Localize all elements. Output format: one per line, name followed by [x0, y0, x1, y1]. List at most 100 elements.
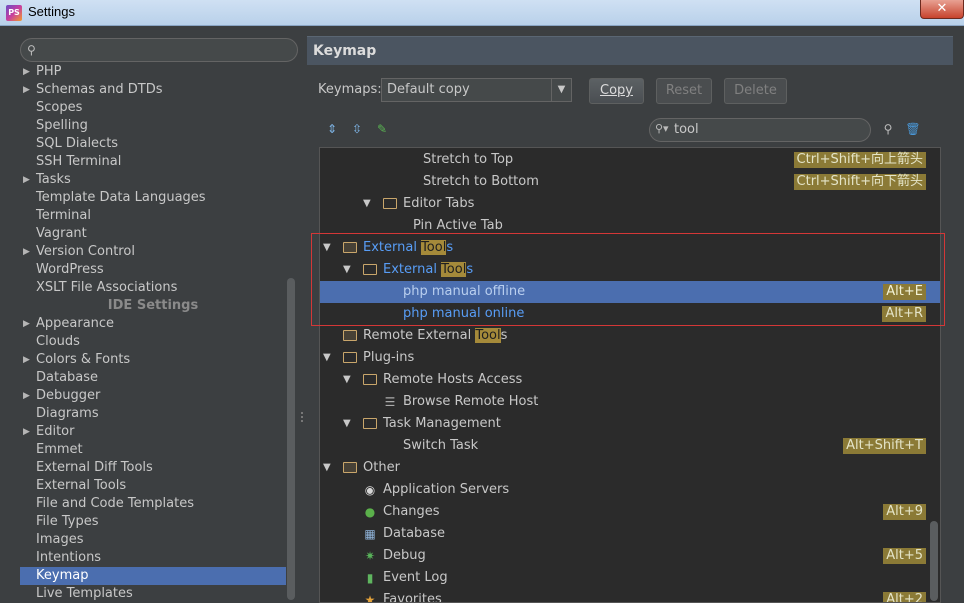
sidebar-item-label: Keymap — [36, 568, 89, 583]
expanded-arrow-icon[interactable]: ▼ — [343, 369, 351, 391]
close-button[interactable]: ✕ — [920, 0, 964, 19]
keymap-tree-row[interactable]: Switch Task Alt+Shift+T — [320, 435, 940, 457]
sidebar-item[interactable]: File and Code Templates — [20, 495, 286, 513]
sidebar-item[interactable]: ▶ Schemas and DTDs — [20, 81, 286, 99]
keymap-tree-row[interactable]: ● Changes Alt+9 — [320, 501, 940, 523]
expanded-arrow-icon[interactable]: ▼ — [323, 237, 331, 259]
sidebar-item[interactable]: ▶ Version Control — [20, 243, 286, 261]
panel-splitter[interactable] — [301, 410, 304, 426]
label-text: Pin Active Tab — [413, 218, 503, 233]
window-title: Settings — [28, 4, 75, 19]
keymap-tree-row[interactable]: ★ Favorites Alt+2 — [320, 589, 940, 602]
sidebar-item-label: SSH Terminal — [36, 154, 122, 169]
sidebar-item-label: Database — [36, 370, 99, 385]
sidebar-item[interactable]: Diagrams — [20, 405, 286, 423]
sidebar-item[interactable]: Keymap — [20, 567, 286, 585]
sidebar-item-label: Spelling — [36, 118, 88, 133]
expand-arrow-icon[interactable]: ▶ — [23, 81, 30, 99]
collapse-all-icon[interactable]: ⇳ — [349, 121, 365, 137]
keymap-tree-row[interactable]: ▼ External Tools — [320, 259, 940, 281]
keymap-dropdown[interactable]: Default copy ▼ — [381, 78, 572, 102]
keymap-tree-row[interactable]: ✷ Debug Alt+5 — [320, 545, 940, 567]
expand-arrow-icon[interactable]: ▶ — [23, 63, 30, 81]
keymap-tree-row[interactable]: Stretch to Bottom Ctrl+Shift+向下箭头 — [320, 171, 940, 193]
sidebar-item-label: Clouds — [36, 334, 80, 349]
label-match-highlight: Tool — [475, 328, 501, 343]
keymap-tree-row[interactable]: ▦ Database — [320, 523, 940, 545]
keymap-panel: Keymap Keymaps: Default copy ▼ Copy Rese… — [307, 36, 953, 603]
label-text: External — [383, 262, 442, 277]
keymap-tree-row[interactable]: ▼ Task Management — [320, 413, 940, 435]
keymap-tree-row[interactable]: ▼ Plug-ins — [320, 347, 940, 369]
database-icon: ▦ — [364, 527, 376, 541]
settings-search-input[interactable]: ⚲ — [20, 38, 298, 62]
keymap-tree-row[interactable]: php manual offline Alt+E — [320, 281, 940, 303]
sidebar-item[interactable]: Images — [20, 531, 286, 549]
sidebar-item[interactable]: SSH Terminal — [20, 153, 286, 171]
keymap-tree-row[interactable]: php manual online Alt+R — [320, 303, 940, 325]
edit-icon[interactable]: ✎ — [374, 121, 390, 137]
sidebar-item-label: XSLT File Associations — [36, 280, 178, 295]
keymap-tree-row[interactable]: ▼ Remote Hosts Access — [320, 369, 940, 391]
sidebar-item-label: Scopes — [36, 100, 83, 115]
sidebar-item[interactable]: Emmet — [20, 441, 286, 459]
expand-arrow-icon[interactable]: ▶ — [23, 243, 30, 261]
sidebar-item[interactable]: External Tools — [20, 477, 286, 495]
trash-icon[interactable]: 🗑 — [905, 121, 921, 137]
sidebar-item[interactable]: ▶ Colors & Fonts — [20, 351, 286, 369]
sidebar-item[interactable]: Clouds — [20, 333, 286, 351]
folder-icon — [343, 242, 357, 253]
copy-button[interactable]: Copy — [589, 78, 644, 104]
keymap-tree: Stretch to Top Ctrl+Shift+向上箭头 Stretch to … — [319, 147, 941, 603]
expanded-arrow-icon[interactable]: ▼ — [343, 259, 351, 281]
sidebar-item[interactable]: WordPress — [20, 261, 286, 279]
sidebar-item[interactable]: ▶ Debugger — [20, 387, 286, 405]
keymap-tree-row[interactable]: ▼ Other — [320, 457, 940, 479]
keymap-tree-row[interactable]: Stretch to Top Ctrl+Shift+向上箭头 — [320, 149, 940, 171]
keymap-tree-row[interactable]: Pin Active Tab — [320, 215, 940, 237]
keymap-tree-row[interactable]: ▮ Event Log — [320, 567, 940, 589]
keymap-tree-row[interactable]: ☰ Browse Remote Host — [320, 391, 940, 413]
expand-all-icon[interactable]: ⇕ — [324, 121, 340, 137]
keymap-tree-row[interactable]: ◉ Application Servers — [320, 479, 940, 501]
expand-arrow-icon[interactable]: ▶ — [23, 423, 30, 441]
keymap-action-label: Favorites — [383, 589, 442, 602]
sidebar-item[interactable]: ▶ Appearance — [20, 315, 286, 333]
sidebar-item[interactable]: Template Data Languages — [20, 189, 286, 207]
sidebar-item[interactable]: ▶ Tasks — [20, 171, 286, 189]
sidebar-item[interactable]: Database — [20, 369, 286, 387]
expand-arrow-icon[interactable]: ▶ — [23, 387, 30, 405]
keymap-filter-input[interactable]: ⚲▾ tool — [649, 118, 871, 142]
sidebar-item[interactable]: File Types — [20, 513, 286, 531]
expand-arrow-icon[interactable]: ▶ — [23, 171, 30, 189]
sidebar-item[interactable]: ▶ PHP — [20, 63, 286, 81]
delete-button[interactable]: Delete — [724, 78, 787, 104]
expand-arrow-icon[interactable]: ▶ — [23, 351, 30, 369]
label-text: Database — [383, 526, 446, 541]
sidebar-item[interactable]: SQL Dialects — [20, 135, 286, 153]
keymap-tree-row[interactable]: ▼ External Tools — [320, 237, 940, 259]
sidebar-item[interactable]: XSLT File Associations — [20, 279, 286, 297]
expanded-arrow-icon[interactable]: ▼ — [323, 347, 331, 369]
keymap-tree-row[interactable]: ▼ Editor Tabs — [320, 193, 940, 215]
sidebar-item[interactable]: Scopes — [20, 99, 286, 117]
sidebar-item-label: External Tools — [36, 478, 127, 493]
sidebar-item[interactable]: External Diff Tools — [20, 459, 286, 477]
sidebar-item[interactable]: Vagrant — [20, 225, 286, 243]
label-text: Remote Hosts Access — [383, 372, 523, 387]
reset-button[interactable]: Reset — [656, 78, 712, 104]
expanded-arrow-icon[interactable]: ▼ — [323, 457, 331, 479]
keymap-tree-row[interactable]: Remote External Tools — [320, 325, 940, 347]
expanded-arrow-icon[interactable]: ▼ — [343, 413, 351, 435]
find-shortcut-icon[interactable]: ⚲ — [880, 121, 896, 137]
expanded-arrow-icon[interactable]: ▼ — [363, 193, 371, 215]
keymaps-label: Keymaps: — [318, 82, 382, 97]
sidebar-item[interactable]: Spelling — [20, 117, 286, 135]
sidebar-item[interactable]: ▶ Editor — [20, 423, 286, 441]
sidebar-scrollbar[interactable] — [287, 278, 295, 600]
sidebar-item[interactable]: Terminal — [20, 207, 286, 225]
application-servers-icon: ◉ — [364, 483, 376, 497]
sidebar-item[interactable]: Intentions — [20, 549, 286, 567]
expand-arrow-icon[interactable]: ▶ — [23, 315, 30, 333]
sidebar-item[interactable]: Live Templates — [20, 585, 286, 603]
